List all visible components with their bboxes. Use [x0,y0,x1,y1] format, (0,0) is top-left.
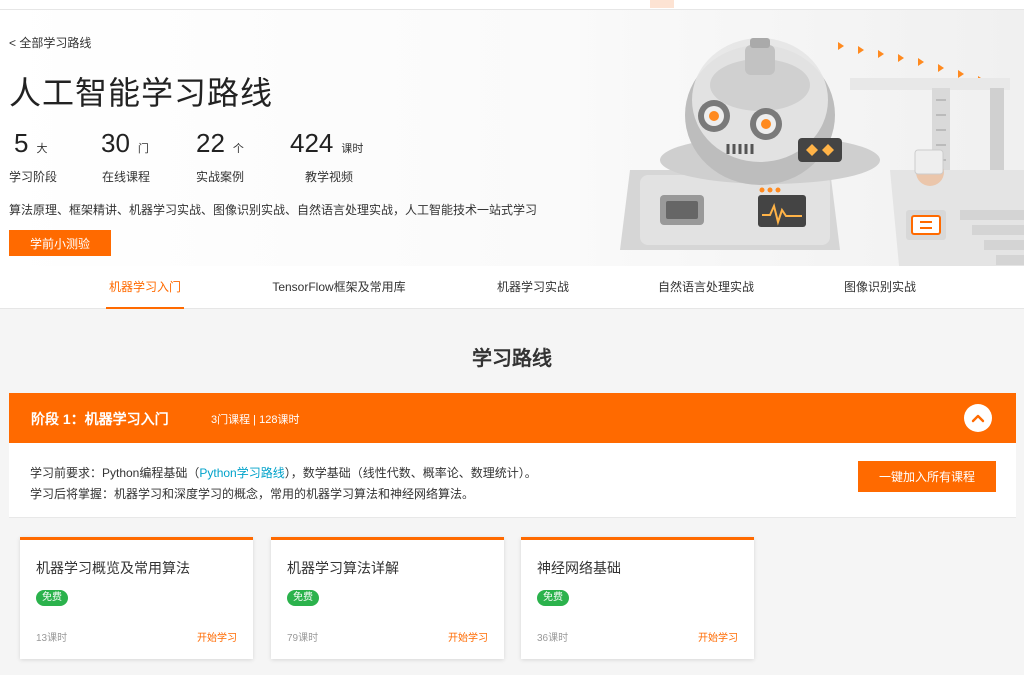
course-hours: 13课时 [36,633,68,644]
stage-header[interactable]: 阶段 1：机器学习入门 3门课程 | 128课时 [9,393,1016,443]
all-paths-back-link[interactable]: < 全部学习路线 [9,34,91,51]
stat-videos: 424 课时 教学视频 [290,128,364,184]
prerequisites-line: 学习前要求：Python编程基础（Python学习路线），数学基础（线性代数、概… [30,463,537,484]
stat-cases: 22 个 实战案例 [196,128,244,184]
join-all-courses-button[interactable]: 一键加入所有课程 [858,461,996,492]
stage-meta: 3门课程 | 128课时 [211,414,300,426]
pre-study-quiz-button[interactable]: 学前小测验 [9,230,111,256]
stat-unit: 门 [137,143,149,155]
tab-ml-intro[interactable]: 机器学习入门 [106,266,184,309]
stat-stages: 5大 学习阶段 [9,128,57,184]
stat-unit: 课时 [341,143,364,155]
course-title: 机器学习概览及常用算法 [36,560,190,576]
stat-label: 在线课程 [102,170,151,184]
section-title: 学习路线 [472,348,552,370]
tab-image-recognition[interactable]: 图像识别实战 [838,266,922,309]
hero-description: 算法原理、框架精讲、机器学习实战、图像识别实战、自然语言处理实战，人工智能技术一… [9,203,538,217]
top-bar [0,0,1024,10]
stat-number: 5 [14,128,29,158]
free-badge: 免费 [36,590,68,606]
course-hours: 79课时 [287,633,319,644]
start-learning-link[interactable]: 开始学习 [448,629,488,644]
outcome-line: 学习后将掌握：机器学习和深度学习的概念，常用的机器学习算法和神经网络算法。 [30,487,475,501]
start-learning-link[interactable]: 开始学习 [698,629,738,644]
chevron-up-icon [971,414,985,423]
stage-requirements: 学习前要求：Python编程基础（Python学习路线），数学基础（线性代数、概… [30,463,537,505]
course-card[interactable]: 机器学习算法详解 免费 79课时 开始学习 [271,537,504,659]
course-hours: 36课时 [537,633,569,644]
stat-label: 教学视频 [305,170,354,184]
collapse-button[interactable] [964,404,992,432]
course-card[interactable]: 机器学习概览及常用算法 免费 13课时 开始学习 [20,537,253,659]
stat-label: 实战案例 [196,170,245,184]
req-prefix: 学习前要求：Python编程基础（ [30,466,200,480]
python-path-link[interactable]: Python学习路线 [199,466,284,480]
free-badge: 免费 [287,590,319,606]
tab-ml-practice[interactable]: 机器学习实战 [490,266,576,309]
start-learning-link[interactable]: 开始学习 [197,629,237,644]
stat-unit: 个 [232,143,244,155]
stage-tabs: 机器学习入门 TensorFlow框架及常用库 机器学习实战 自然语言处理实战 … [0,266,1024,309]
tab-tensorflow[interactable]: TensorFlow框架及常用库 [264,266,414,309]
top-bar-marker [650,0,674,8]
course-card[interactable]: 神经网络基础 免费 36课时 开始学习 [521,537,754,659]
stat-courses: 30 门 在线课程 [101,128,150,184]
stat-number: 22 [196,128,225,158]
stage-name: 阶段 1：机器学习入门 [31,411,169,427]
robot-illustration [620,38,1024,276]
stat-label: 学习阶段 [9,170,58,184]
course-title: 机器学习算法详解 [287,560,399,576]
page-title: 人工智能学习路线 [9,75,274,111]
free-badge: 免费 [537,590,569,606]
stat-number: 30 [101,128,130,158]
course-title: 神经网络基础 [537,560,621,576]
req-suffix: ），数学基础（线性代数、概率论、数理统计）。 [284,466,537,480]
tab-nlp-practice[interactable]: 自然语言处理实战 [652,266,760,309]
hero-banner: < 全部学习路线 人工智能学习路线 5大 学习阶段 30 门 在线课程 22 个 实… [0,10,1024,276]
stat-number: 424 [290,128,334,158]
stat-unit: 大 [36,143,48,155]
